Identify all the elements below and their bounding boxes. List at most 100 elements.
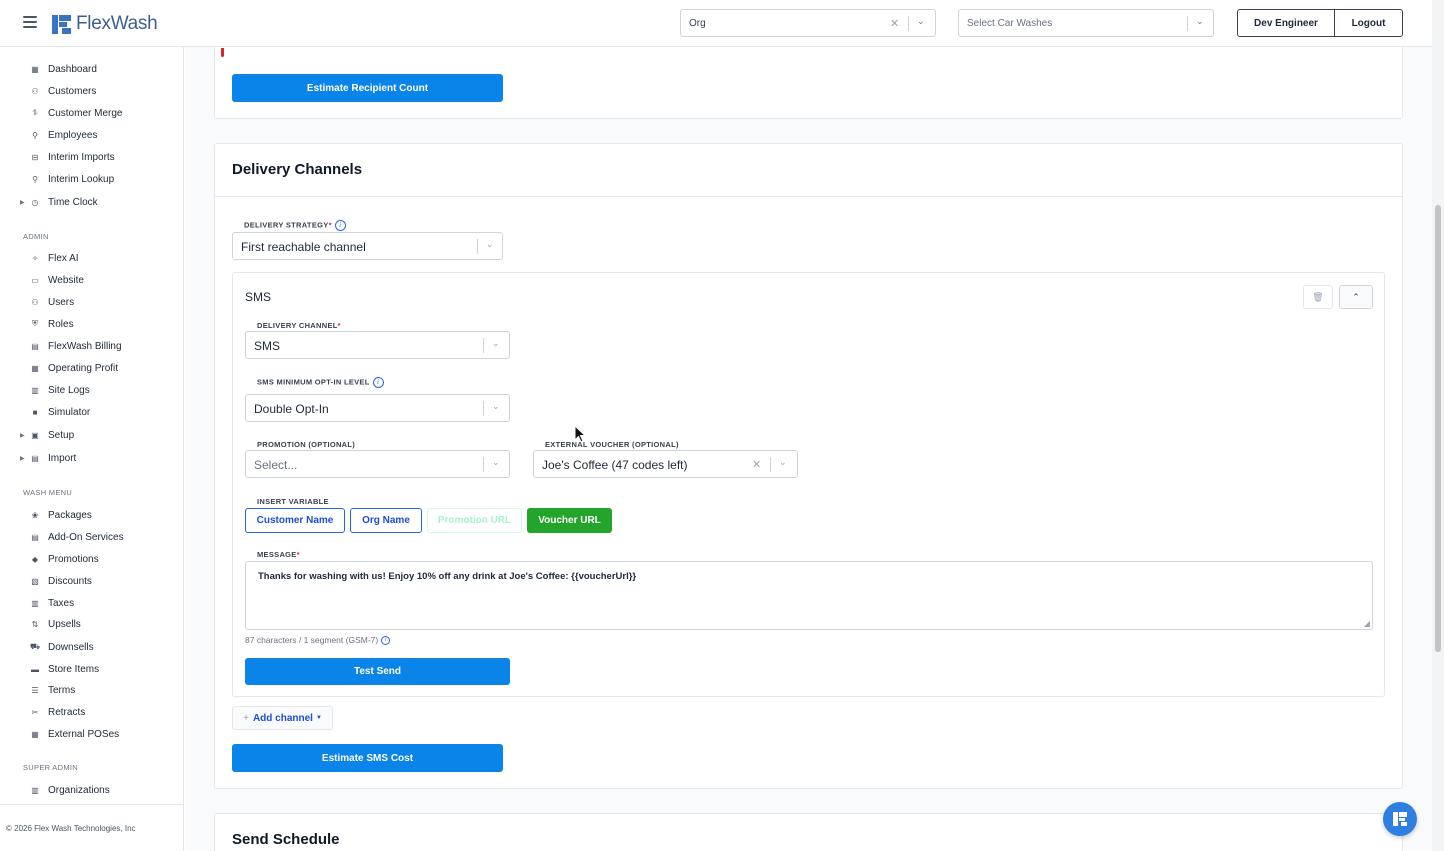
scrollbar-thumb[interactable] [1435,205,1441,652]
sidebar-item-packages[interactable]: ❀ Packages [0,506,183,524]
help-chat-button[interactable] [1383,802,1417,836]
sidebar-item-interim-lookup[interactable]: ⚲ Interim Lookup [0,170,183,188]
sidebar-item-flex-ai[interactable]: ✧ Flex AI [0,249,183,267]
logs-icon: ▥ [31,385,39,395]
profit-icon: ▦ [31,363,39,373]
estimate-recipient-count-button[interactable]: Estimate Recipient Count [232,74,503,102]
organizations-icon: ▥ [31,785,39,795]
ai-icon: ✧ [31,253,39,263]
org-select-value: Org [689,18,706,29]
clear-icon[interactable]: ✕ [752,458,761,471]
sidebar-item-operating-profit[interactable]: ▦ Operating Profit [0,359,183,377]
sms-optin-select[interactable]: Double Opt-In ⌄ [245,394,510,422]
sidebar-item-dashboard[interactable]: ▦ Dashboard [0,60,183,78]
sidebar-item-site-logs[interactable]: ▥ Site Logs [0,381,183,399]
sidebar-item-organizations[interactable]: ▥ Organizations [0,781,183,799]
lookup-icon: ⚲ [32,174,38,184]
page-scrollbar[interactable] [1432,0,1444,851]
add-channel-button[interactable]: + Add channel ▼ [232,706,333,730]
pos-icon: ▦ [31,729,39,739]
sidebar-item-roles[interactable]: ⛨ Roles [0,315,183,333]
delivery-strategy-select[interactable]: First reachable channel ⌄ [232,232,503,260]
promotion-label: PROMOTION (OPTIONAL) [257,440,356,449]
brand-logo[interactable]: FlexWash [52,13,158,35]
logout-button[interactable]: Logout [1334,9,1403,37]
sidebar-item-retracts[interactable]: ✂ Retracts [0,703,183,721]
sidebar-item-setup[interactable]: ▶ ▣ Setup [0,426,183,444]
sidebar-item-upsells[interactable]: ⇅ Upsells [0,615,183,633]
insert-promotion-url-button[interactable]: Promotion URL [427,508,522,533]
sidebar-item-promotions[interactable]: ◆ Promotions [0,550,183,568]
car-wash-select[interactable]: Select Car Washes ⌄ [958,9,1214,37]
import-icon: ▤ [31,453,39,463]
sidebar-item-label: Customers [48,85,97,97]
addon-icon: ▤ [31,532,39,542]
super-admin-section-title: SUPER ADMIN [23,763,78,772]
chevron-down-icon[interactable]: ⌄ [1196,16,1204,27]
sidebar-item-terms[interactable]: ☰ Terms [0,681,183,699]
sidebar-item-customer-merge[interactable]: ⥮ Customer Merge [0,104,183,122]
message-textarea[interactable]: Thanks for washing with us! Enjoy 10% of… [245,561,1373,630]
chevron-down-icon[interactable]: ⌄ [492,457,500,468]
sidebar-item-import[interactable]: ▶ ▤ Import [0,449,183,467]
chevron-up-icon[interactable]: ⌃ [1339,285,1373,309]
caret-right-icon[interactable]: ▶ [20,199,25,206]
trash-icon[interactable]: 🗑 [1303,285,1333,309]
sidebar-item-flexwash-billing[interactable]: ▤ FlexWash Billing [0,337,183,355]
chevron-down-icon[interactable]: ⌄ [492,401,500,412]
chevron-down-icon[interactable]: ⌄ [492,338,500,349]
channel-name: SMS [245,290,272,304]
external-voucher-select[interactable]: Joe's Coffee (47 codes left) ✕ ⌄ [533,450,798,478]
sidebar-item-customers[interactable]: ⚇ Customers [0,82,183,100]
simulator-icon: ■ [32,407,38,417]
sidebar-item-discounts[interactable]: ▧ Discounts [0,572,183,590]
insert-voucher-url-button[interactable]: Voucher URL [527,508,612,533]
sidebar-item-downsells[interactable]: ⛟ Downsells [0,638,183,656]
sidebar-item-taxes[interactable]: ▥ Taxes [0,594,183,612]
sidebar-item-interim-imports[interactable]: ⊟ Interim Imports [0,148,183,166]
send-schedule-title: Send Schedule [232,831,340,848]
sidebar-item-website[interactable]: ▭ Website [0,271,183,289]
clear-icon[interactable]: ✕ [890,17,899,30]
sidebar-item-store-items[interactable]: ▬ Store Items [0,660,183,678]
caret-right-icon[interactable]: ▶ [20,432,25,439]
hamburger-menu-icon[interactable] [23,16,37,28]
chevron-down-icon[interactable]: ⌄ [779,457,787,468]
caret-right-icon[interactable]: ▶ [20,455,25,462]
info-icon[interactable]: i [372,377,384,388]
store-icon: ▬ [31,664,39,674]
sidebar-item-label: Customer Merge [48,107,123,119]
estimate-sms-cost-button[interactable]: Estimate SMS Cost [232,744,503,772]
org-select[interactable]: Org ✕ ⌄ [680,9,936,37]
message-text: Thanks for washing with us! Enjoy 10% of… [258,571,637,582]
flexwash-logo-icon [52,14,71,34]
setup-icon: ▣ [31,430,39,440]
sidebar-item-employees[interactable]: ⚲ Employees [0,126,183,144]
delivery-channel-select[interactable]: SMS ⌄ [245,331,510,359]
sidebar-item-time-clock[interactable]: ▶ ◷ Time Clock [0,193,183,211]
sidebar-item-simulator[interactable]: ■ Simulator [0,403,183,421]
chevron-down-icon[interactable]: ⌄ [917,16,925,27]
insert-customer-name-button[interactable]: Customer Name [245,508,345,533]
sidebar-item-label: External POSes [48,728,120,740]
promotions-icon: ◆ [31,554,39,564]
sidebar-item-external-poses[interactable]: ▦ External POSes [0,725,183,743]
website-icon: ▭ [31,275,39,285]
sidebar-item-users[interactable]: ⚇ Users [0,293,183,311]
terms-icon: ☰ [31,685,39,695]
sidebar-item-add-on-services[interactable]: ▤ Add-On Services [0,528,183,546]
sidebar-item-label: Store Items [48,663,100,675]
error-marker [221,48,224,57]
resize-handle-icon[interactable]: ◢ [1364,619,1370,628]
sidebar-item-label: Import [48,452,77,464]
chevron-down-icon[interactable]: ⌄ [486,239,494,250]
info-icon[interactable]: i [334,220,346,231]
external-voucher-value: Joe's Coffee (47 codes left) [542,458,688,472]
info-icon[interactable]: i [381,636,391,646]
sidebar-item-label: Retracts [48,706,86,718]
test-send-button[interactable]: Test Send [245,658,510,685]
user-button[interactable]: Dev Engineer [1237,9,1335,37]
promotion-select[interactable]: Select... ⌄ [245,450,510,478]
insert-org-name-button[interactable]: Org Name [350,508,422,533]
merge-icon: ⥮ [32,108,38,117]
